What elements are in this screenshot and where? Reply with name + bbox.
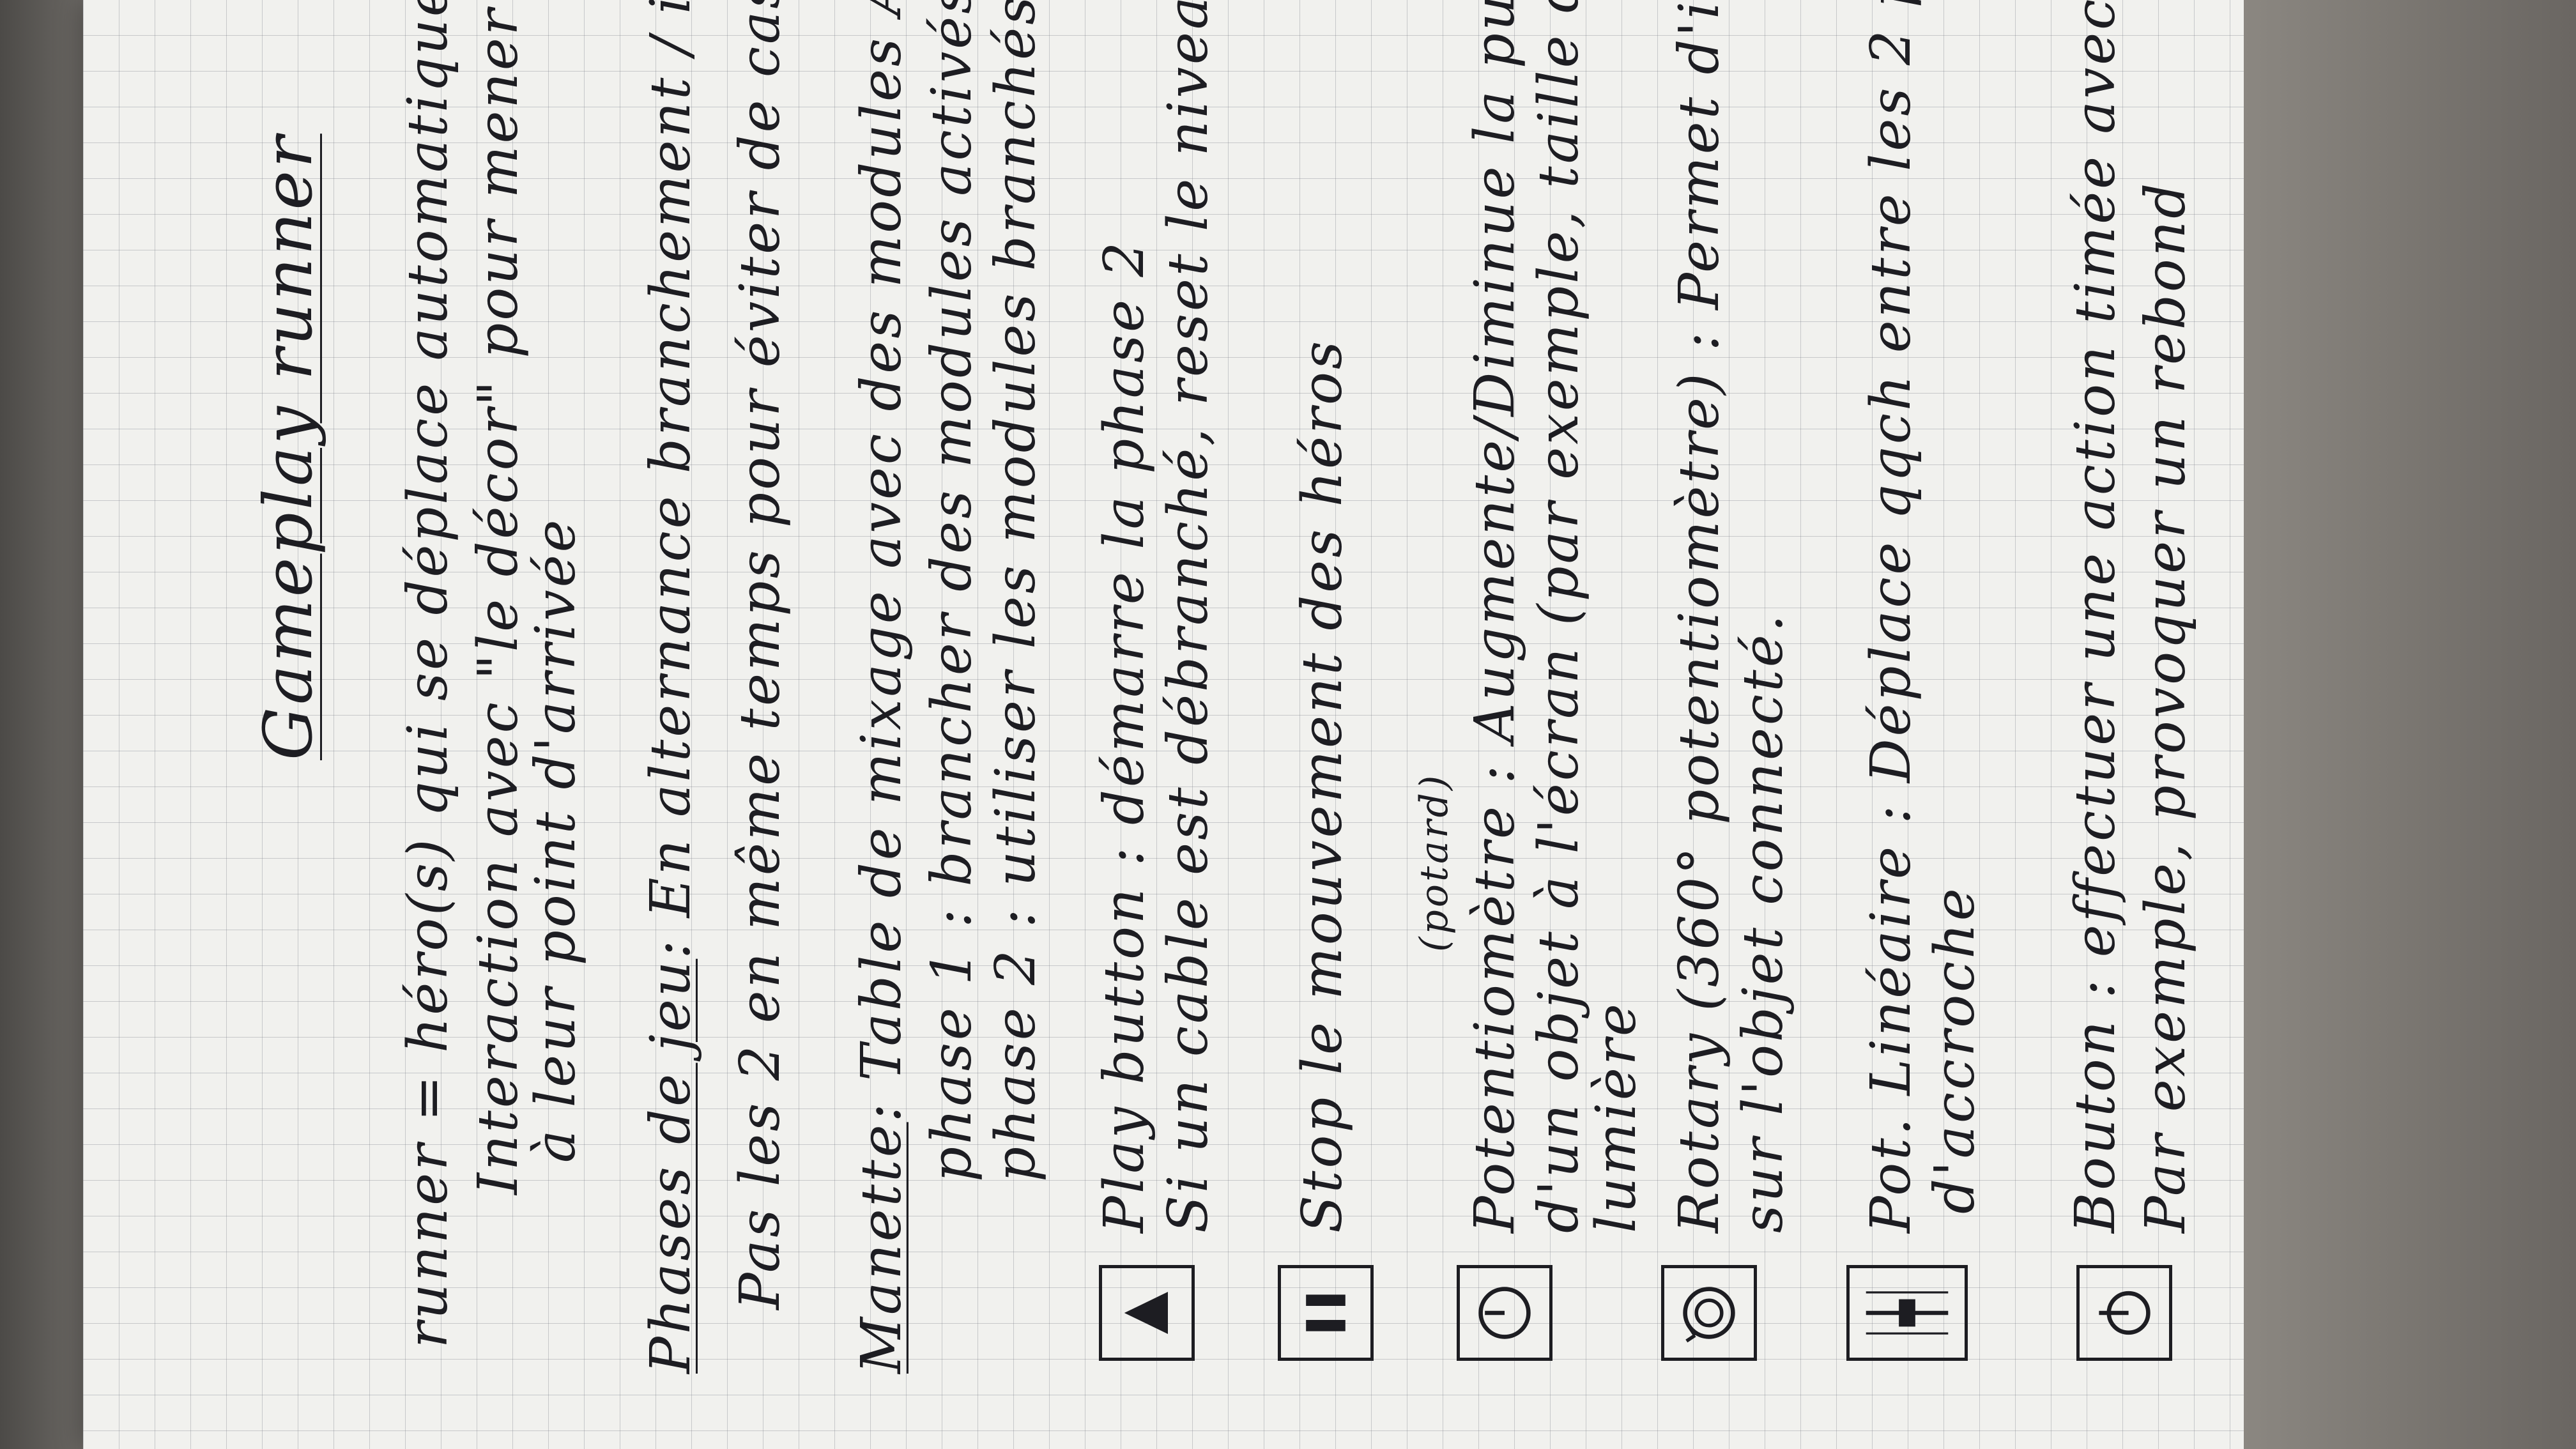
manette-heading: Manette (850, 1122, 914, 1374)
pot-lineaire-line-2: d'accroche (1923, 885, 1987, 1214)
phases-text: : En alternance branchement / interactio… (639, 0, 703, 959)
phases-heading: Phases de jeu (639, 958, 703, 1374)
phases-line: Phases de jeu: En alternance branchement… (639, 0, 703, 1374)
rotary-icon (1661, 1265, 1757, 1361)
runner-line-3: à leur point d'arrivée (524, 517, 588, 1163)
notebook-page: Gameplay runner runner = héro(s) qui se … (83, 0, 2268, 1449)
knob-icon (1457, 1265, 1552, 1361)
push-button-icon (2076, 1265, 2172, 1361)
manette-phase-1: phase 1 : brancher des modules activés, … (920, 0, 984, 1182)
handwritten-notes: Gameplay runner runner = héro(s) qui se … (224, 0, 2268, 1399)
potentiometre-line-3: lumière (1584, 1001, 1648, 1233)
manette-line: Manette: Table de mixage avec des module… (850, 0, 914, 1374)
rotary-line-1: Rotary (360° potentiomètre) : Permet d'i… (1667, 0, 1731, 1233)
rotary-line-2: sur l'objet connecté. (1731, 612, 1795, 1233)
potentiometre-line-2: d'un objet à l'écran (par exemple, taill… (1527, 0, 1591, 1233)
table-right-edge (2244, 0, 2576, 1449)
stop-line-1: Stop le mouvement des héros (1291, 338, 1354, 1233)
table-left-edge (0, 0, 83, 1449)
runner-line-1: runner = héro(s) qui se déplace automati… (396, 0, 460, 1348)
bouton-line-2: Par exemple, provoquer un rebond (2134, 180, 2198, 1233)
play-line-1: Play button : démarre la phase 2 (1092, 239, 1156, 1233)
phases-warning: Pas les 2 en même temps pour éviter de c… (728, 0, 792, 1310)
potentiometre-note: (potard) (1412, 772, 1457, 952)
pot-lineaire-line-1: Pot. Linéaire : Déplace qqch entre les 2… (1859, 0, 1923, 1233)
bouton-line-1: Bouton : effectuer une action timée avec… (2064, 0, 2128, 1233)
runner-line-2: Interaction avec "le décor" pour mener l… (466, 0, 530, 1195)
page-title: Gameplay runner (249, 134, 327, 760)
manette-phase-2: phase 2 : utiliser les modules branchés … (984, 0, 1048, 1182)
manette-text: : Table de mixage avec des modules Activ… (850, 0, 914, 1123)
potentiometre-line-1: Potentiomètre : Augmente/Diminue la puis… (1463, 0, 1527, 1233)
pause-icon (1278, 1265, 1374, 1361)
play-line-2: Si un cable est débranché, reset le nive… (1156, 0, 1220, 1233)
play-icon (1099, 1265, 1195, 1361)
slider-icon (1846, 1265, 1968, 1361)
